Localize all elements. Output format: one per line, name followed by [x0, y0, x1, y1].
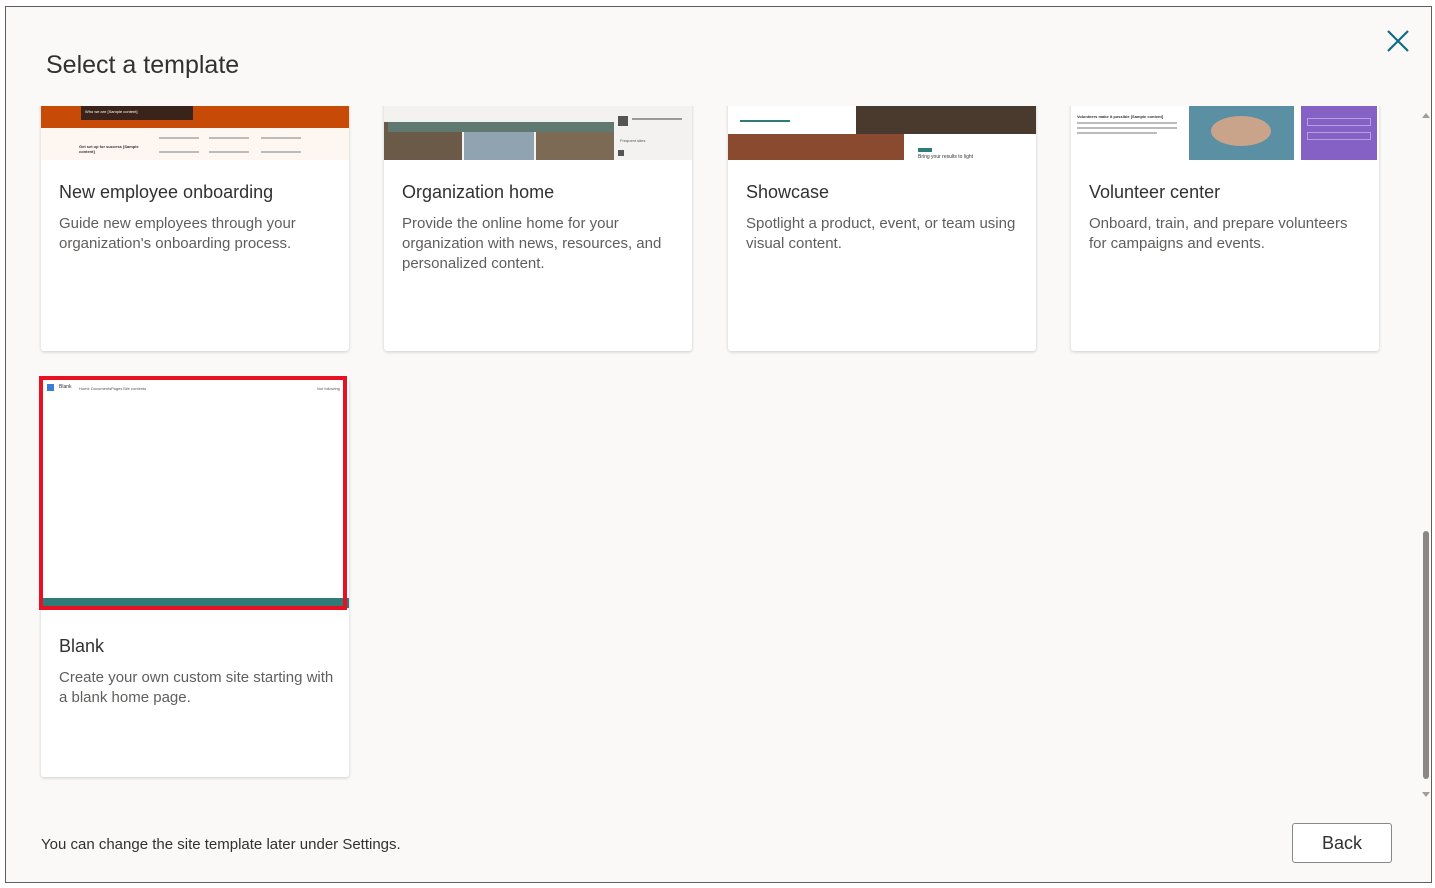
template-card-showcase[interactable]: Bring your results to light Showcase Spo… — [728, 106, 1036, 351]
template-description: Provide the online home for your organiz… — [402, 215, 662, 272]
template-title: Blank — [59, 636, 105, 656]
template-title: New employee onboarding — [59, 182, 274, 202]
preview-text: Get set up for success [Sample content] — [79, 144, 139, 154]
scroll-down-arrow-icon[interactable] — [1422, 792, 1430, 797]
preview-text: Home — [79, 386, 90, 391]
vertical-scrollbar[interactable] — [1419, 107, 1431, 797]
template-title: Organization home — [402, 182, 555, 202]
preview-text: Blank — [59, 384, 72, 390]
close-icon — [1387, 30, 1409, 52]
preview-text: Bring your results to light — [918, 154, 974, 160]
preview-text: Frequent sites — [620, 138, 646, 143]
template-description: Spotlight a product, event, or team usin… — [746, 215, 1016, 252]
template-preview-onboarding: Who we are [Sample content] Get set up f… — [41, 106, 349, 160]
template-preview-blank: Blank Home Documents Pages Site contents… — [41, 378, 349, 608]
back-button[interactable]: Back — [1292, 823, 1392, 863]
close-button[interactable] — [1382, 25, 1414, 57]
template-description: Guide new employees through your organiz… — [59, 215, 296, 252]
template-preview-showcase: Bring your results to light — [728, 106, 1036, 160]
template-title: Volunteer center — [1089, 182, 1221, 202]
preview-text: Site contents — [123, 386, 147, 391]
template-card-onboarding[interactable]: Who we are [Sample content] Get set up f… — [41, 106, 349, 351]
template-description: Create your own custom site starting wit… — [59, 669, 334, 706]
dialog-title: Select a template — [46, 51, 240, 79]
template-card-organization-home[interactable]: Frequent sites Organization home Provide… — [384, 106, 692, 351]
template-card-volunteer-center[interactable]: Volunteers make it possible [Sample cont… — [1071, 106, 1379, 351]
template-description: Onboard, train, and prepare volunteers f… — [1089, 215, 1348, 252]
preview-text: Volunteers make it possible [Sample cont… — [1077, 114, 1164, 119]
template-card-blank[interactable]: Blank Home Documents Pages Site contents… — [39, 376, 349, 777]
preview-text: Not following — [317, 386, 340, 391]
scroll-up-arrow-icon[interactable] — [1422, 113, 1430, 118]
template-preview-volunteer-center: Volunteers make it possible [Sample cont… — [1071, 106, 1379, 160]
scrollbar-thumb[interactable] — [1423, 531, 1429, 779]
template-preview-organization-home: Frequent sites — [384, 106, 692, 160]
preview-text: Documents — [91, 386, 112, 391]
preview-text: Pages — [111, 386, 123, 391]
footer-note: You can change the site template later u… — [41, 836, 401, 853]
template-list[interactable]: Who we are [Sample content] Get set up f… — [6, 106, 1416, 796]
preview-text: Who we are [Sample content] — [85, 109, 138, 114]
template-dialog: Select a template Who we are [Sample con… — [5, 6, 1432, 883]
template-title: Showcase — [746, 182, 830, 202]
